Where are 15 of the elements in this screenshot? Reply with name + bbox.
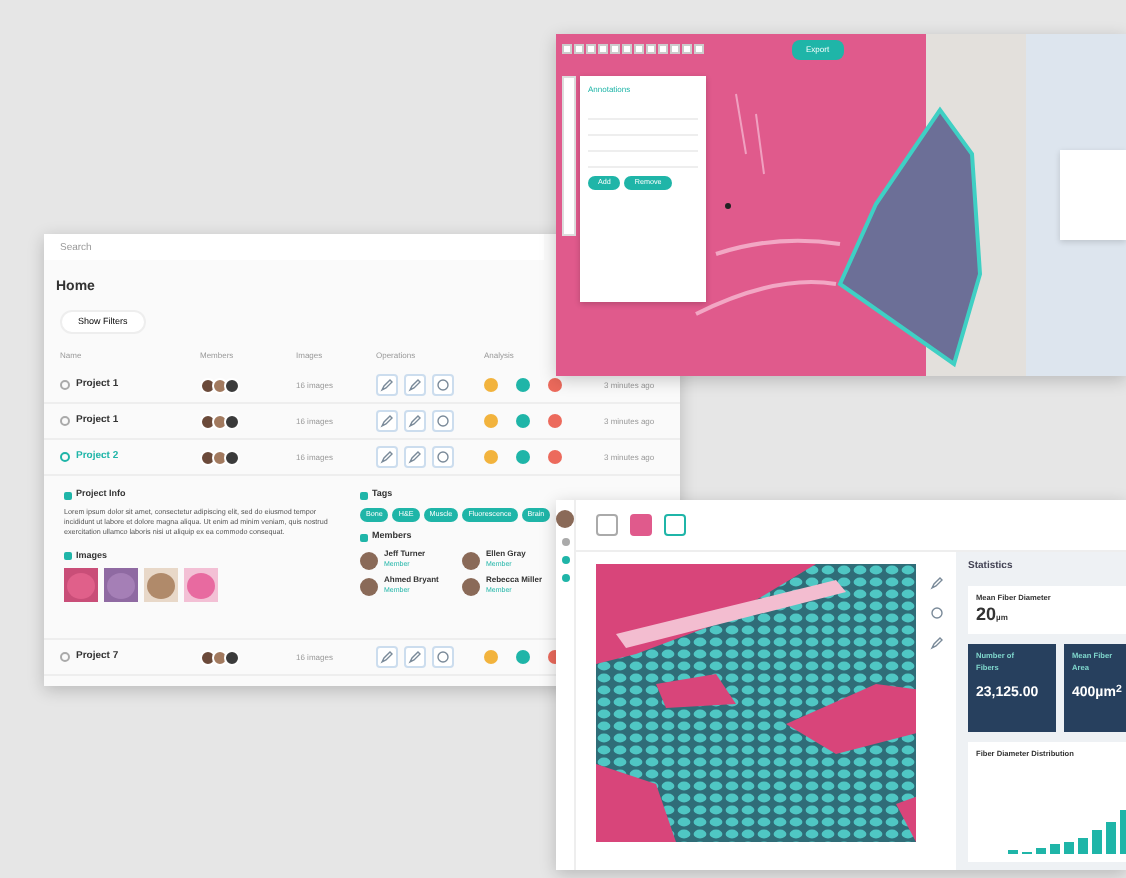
tool-button[interactable] [664, 513, 686, 536]
tool-button[interactable] [596, 513, 618, 536]
pen-icon [929, 575, 943, 590]
nav-icon[interactable] [561, 556, 569, 564]
circle-icon [436, 650, 450, 665]
nav-icon[interactable] [561, 574, 569, 582]
info-card [1060, 150, 1126, 240]
circle-icon [436, 378, 450, 393]
pen-icon [929, 635, 943, 650]
circle-icon [929, 605, 943, 620]
circle-icon [436, 450, 450, 465]
avatar [556, 510, 574, 528]
circle-icon [436, 414, 450, 429]
nav-icon[interactable] [561, 538, 569, 546]
tool-button[interactable] [630, 513, 652, 536]
